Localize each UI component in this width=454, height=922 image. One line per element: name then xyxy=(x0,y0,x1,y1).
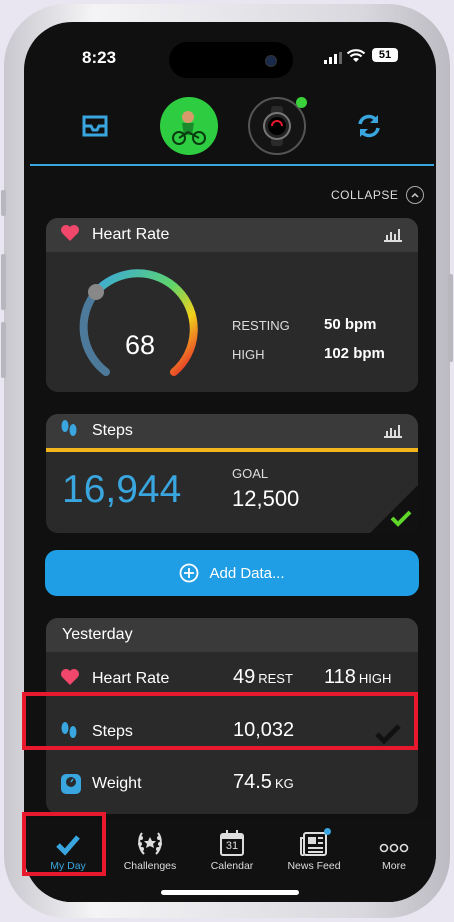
heart-rate-card[interactable]: Heart Rate 68 RESTING 50 bpm HIGH 102 bp… xyxy=(46,218,418,392)
high-unit: HIGH xyxy=(358,671,392,686)
scale-icon xyxy=(60,773,82,800)
steps-value: 16,944 xyxy=(62,468,182,511)
steps-title: Steps xyxy=(92,422,133,439)
yesterday-header: Yesterday xyxy=(46,618,418,652)
tab-more[interactable]: More xyxy=(354,826,434,872)
top-nav xyxy=(24,97,436,165)
heart-rate-body: 68 RESTING 50 bpm HIGH 102 bpm xyxy=(46,252,418,392)
tab-calendar[interactable]: 31 Calendar xyxy=(192,826,272,872)
tab-challenges[interactable]: Challenges xyxy=(110,826,190,872)
action-button xyxy=(1,190,6,216)
add-data-label: Add Data... xyxy=(209,564,285,582)
news-icon xyxy=(274,826,354,856)
high-value: 118 xyxy=(324,666,356,688)
plus-circle-icon xyxy=(180,563,199,583)
goal-label: GOAL xyxy=(232,466,269,481)
heart-rate-header: Heart Rate xyxy=(46,218,418,252)
phone-frame: 8:23 51 COLLAPSE Heart Rate 68 RESTING 5… xyxy=(1,4,453,918)
resting-value: 50 bpm xyxy=(324,316,377,333)
tab-label: More xyxy=(382,860,406,872)
camera-dot xyxy=(265,55,277,67)
highlight-my-day-tab xyxy=(22,812,106,876)
notification-dot xyxy=(324,828,331,835)
yesterday-title: Yesterday xyxy=(62,626,133,643)
calendar-day: 31 xyxy=(225,840,239,852)
footprints-icon xyxy=(60,419,82,444)
collapse-label: COLLAPSE xyxy=(331,188,399,202)
wifi-icon xyxy=(346,49,366,62)
weight-unit: KG xyxy=(274,776,294,791)
header-divider xyxy=(30,164,434,166)
steps-header: Steps xyxy=(46,414,418,448)
laurel-icon xyxy=(110,826,190,856)
yesterday-heart-rate-label: Heart Rate xyxy=(92,670,170,687)
tab-label: News Feed xyxy=(287,860,341,872)
tab-label: Challenges xyxy=(123,860,177,872)
calendar-icon: 31 xyxy=(192,826,272,856)
steps-card[interactable]: Steps 16,944 GOAL 12,500 xyxy=(46,414,418,533)
chart-icon[interactable] xyxy=(384,228,402,247)
inbox-icon[interactable] xyxy=(66,97,124,155)
battery-indicator: 51 xyxy=(372,48,398,62)
checkmark-icon xyxy=(390,510,412,527)
tab-news-feed[interactable]: News Feed xyxy=(274,826,354,872)
goal-value: 12,500 xyxy=(232,486,300,511)
avatar-icon[interactable] xyxy=(160,97,218,155)
yesterday-weight-row[interactable]: Weight 74.5 KG xyxy=(46,759,418,809)
side-button xyxy=(448,274,453,362)
steps-body: 16,944 GOAL 12,500 xyxy=(46,452,418,533)
high-value: 102 bpm xyxy=(324,345,385,362)
home-indicator xyxy=(161,890,299,895)
add-data-button[interactable]: Add Data... xyxy=(45,550,419,596)
heart-icon xyxy=(60,668,80,691)
watch-icon[interactable] xyxy=(248,97,307,155)
rest-unit: REST xyxy=(258,671,293,686)
watch-connected-dot xyxy=(296,97,307,108)
tab-label: Calendar xyxy=(210,860,254,872)
heart-rate-title: Heart Rate xyxy=(92,226,170,243)
volume-up-button xyxy=(1,254,6,310)
chart-icon[interactable] xyxy=(384,424,402,443)
high-label: HIGH xyxy=(232,347,265,362)
heart-rate-value: 68 xyxy=(124,330,156,360)
status-time: 8:23 xyxy=(82,48,117,67)
sync-icon[interactable] xyxy=(340,97,398,155)
signal-icon xyxy=(324,52,342,64)
resting-label: RESTING xyxy=(232,318,290,333)
highlight-steps-row xyxy=(22,692,418,750)
rest-value: 49 xyxy=(233,666,256,688)
collapse-toggle[interactable]: COLLAPSE xyxy=(331,186,425,204)
volume-down-button xyxy=(1,322,6,378)
heart-rate-gauge xyxy=(79,269,198,376)
status-bar: 8:23 51 xyxy=(24,22,436,82)
dynamic-island xyxy=(169,42,293,78)
more-icon xyxy=(354,826,434,856)
heart-icon xyxy=(60,224,82,247)
screen: 8:23 51 COLLAPSE Heart Rate 68 RESTING 5… xyxy=(24,22,436,902)
yesterday-weight-label: Weight xyxy=(92,775,142,792)
chevron-up-icon xyxy=(406,186,425,204)
weight-value: 74.5 xyxy=(233,771,272,793)
